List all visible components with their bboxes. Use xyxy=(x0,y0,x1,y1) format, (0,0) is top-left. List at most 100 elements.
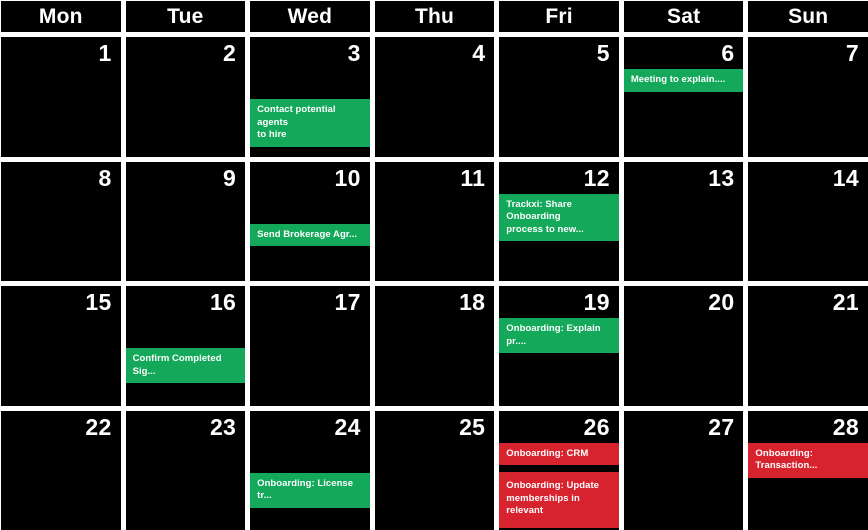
calendar-event[interactable]: Send Brokerage Agr... xyxy=(250,223,370,247)
day-number: 3 xyxy=(347,40,361,66)
day-cell-22[interactable]: 22 xyxy=(1,410,121,530)
day-number: 22 xyxy=(85,413,112,440)
day-number: 17 xyxy=(334,289,361,315)
day-number: 4 xyxy=(472,40,486,66)
day-cell-23[interactable]: 23 xyxy=(125,410,246,530)
day-cell-4[interactable]: 4 xyxy=(374,37,495,157)
day-number: 19 xyxy=(583,289,610,315)
day-events xyxy=(375,314,495,405)
day-events xyxy=(748,314,868,405)
day-events xyxy=(126,190,246,281)
day-number: 12 xyxy=(583,164,610,191)
day-cell-10[interactable]: 10 Send Brokerage Agr... xyxy=(250,161,370,281)
day-number: 16 xyxy=(209,289,237,315)
day-number: 1 xyxy=(98,40,112,66)
day-cell-17[interactable]: 17 xyxy=(250,286,370,406)
day-number: 2 xyxy=(223,40,237,66)
calendar-week-rows: 1 2 3 Contact potential agents to hire 4 5 6 Me… xyxy=(1,37,868,530)
day-cell-21[interactable]: 21 xyxy=(748,286,868,406)
calendar-event[interactable]: Trackxi: Share Onboarding process to new… xyxy=(499,193,619,242)
day-number: 6 xyxy=(721,40,735,66)
month-calendar: Mon Tue Wed Thu Fri Sat Sun 1 2 3 Contact potenti… xyxy=(0,0,868,530)
day-cell-6[interactable]: 6 Meeting to explain.... xyxy=(623,37,744,157)
day-number: 28 xyxy=(832,413,859,440)
day-cell-11[interactable]: 11 xyxy=(374,161,495,281)
weekday-header-sun: Sun xyxy=(748,1,868,32)
day-events: Contact potential agents to hire xyxy=(250,65,370,156)
day-events: Onboarding: License tr... xyxy=(250,439,370,530)
day-cell-24[interactable]: 24 Onboarding: License tr... xyxy=(250,410,370,530)
weekday-header-tue: Tue xyxy=(125,1,246,32)
calendar-event[interactable]: Contact potential agents to hire xyxy=(250,99,370,147)
calendar-event[interactable]: Onboarding: Transaction... xyxy=(748,442,868,478)
day-cell-2[interactable]: 2 xyxy=(125,37,246,157)
day-events xyxy=(1,314,121,405)
day-cell-3[interactable]: 3 Contact potential agents to hire xyxy=(250,37,370,157)
day-cell-15[interactable]: 15 xyxy=(1,286,121,406)
event-slot-spacer xyxy=(250,439,370,473)
calendar-event[interactable]: Onboarding: CRM xyxy=(499,442,619,466)
weekday-header-thu: Thu xyxy=(374,1,495,32)
weekday-header-mon: Mon xyxy=(1,1,121,32)
event-slot-spacer xyxy=(250,190,370,224)
day-number: 20 xyxy=(708,289,735,315)
day-cell-14[interactable]: 14 xyxy=(748,161,868,281)
day-events: Onboarding: Explain pr.... xyxy=(499,314,619,405)
weekday-header-fri: Fri xyxy=(499,1,619,32)
day-cell-18[interactable]: 18 xyxy=(374,286,495,406)
day-events xyxy=(375,190,495,281)
day-number: 9 xyxy=(223,164,237,191)
day-cell-12[interactable]: 12 Trackxi: Share Onboarding process to n… xyxy=(499,161,619,281)
day-number: 5 xyxy=(596,40,610,66)
day-cell-25[interactable]: 25 xyxy=(374,410,495,530)
day-events: Onboarding: Transaction... xyxy=(748,439,868,530)
week-row: 15 16 Confirm Completed Sig... 17 18 19 Onboar… xyxy=(1,286,868,406)
week-row: 8 9 10 Send Brokerage Agr... 11 12 Trackxi: Sh… xyxy=(1,161,868,281)
event-slot-spacer xyxy=(126,314,246,348)
day-cell-26[interactable]: 26 Onboarding: CRM Onboarding: Update memb… xyxy=(499,410,619,530)
day-cell-28[interactable]: 28 Onboarding: Transaction... xyxy=(748,410,868,530)
day-cell-27[interactable]: 27 xyxy=(623,410,744,530)
day-events xyxy=(126,65,246,156)
day-events: Confirm Completed Sig... xyxy=(125,314,246,405)
day-events xyxy=(624,190,744,281)
day-number: 14 xyxy=(832,164,859,191)
day-number: 27 xyxy=(708,413,735,440)
day-number: 24 xyxy=(334,413,361,440)
day-number: 18 xyxy=(459,289,486,315)
calendar-event[interactable]: Confirm Completed Sig... xyxy=(125,348,246,384)
day-events xyxy=(1,439,121,530)
day-cell-16[interactable]: 16 Confirm Completed Sig... xyxy=(125,286,246,406)
day-events: Onboarding: CRM Onboarding: Update member… xyxy=(499,439,619,530)
day-number: 13 xyxy=(708,164,735,191)
day-cell-19[interactable]: 19 Onboarding: Explain pr.... xyxy=(499,286,619,406)
day-number: 21 xyxy=(832,289,859,315)
calendar-event[interactable]: Onboarding: Update memberships in releva… xyxy=(499,472,619,528)
weekday-header-row: Mon Tue Wed Thu Fri Sat Sun xyxy=(1,1,868,32)
day-events xyxy=(748,65,868,156)
calendar-event[interactable]: Onboarding: Explain pr.... xyxy=(499,318,619,354)
day-number: 11 xyxy=(460,164,486,191)
day-cell-20[interactable]: 20 xyxy=(623,286,744,406)
day-cell-9[interactable]: 9 xyxy=(125,161,246,281)
day-events: Send Brokerage Agr... xyxy=(250,190,370,281)
day-events xyxy=(126,439,246,530)
day-events xyxy=(375,65,495,156)
week-row: 22 23 24 Onboarding: License tr... 25 26 Onboa… xyxy=(1,410,868,530)
calendar-event[interactable]: Meeting to explain.... xyxy=(623,69,744,92)
day-cell-1[interactable]: 1 xyxy=(1,37,121,157)
weekday-header-sat: Sat xyxy=(623,1,744,32)
day-number: 7 xyxy=(845,40,859,66)
day-cell-7[interactable]: 7 xyxy=(748,37,868,157)
day-number: 10 xyxy=(334,164,361,191)
day-events xyxy=(748,190,868,281)
day-events xyxy=(1,190,121,281)
day-number: 25 xyxy=(459,413,486,440)
day-events: Meeting to explain.... xyxy=(623,65,744,156)
day-events xyxy=(624,314,744,405)
day-cell-13[interactable]: 13 xyxy=(623,161,744,281)
calendar-event[interactable]: Onboarding: License tr... xyxy=(250,472,370,508)
day-cell-8[interactable]: 8 xyxy=(1,161,121,281)
event-slot-spacer xyxy=(250,65,370,99)
day-cell-5[interactable]: 5 xyxy=(499,37,619,157)
